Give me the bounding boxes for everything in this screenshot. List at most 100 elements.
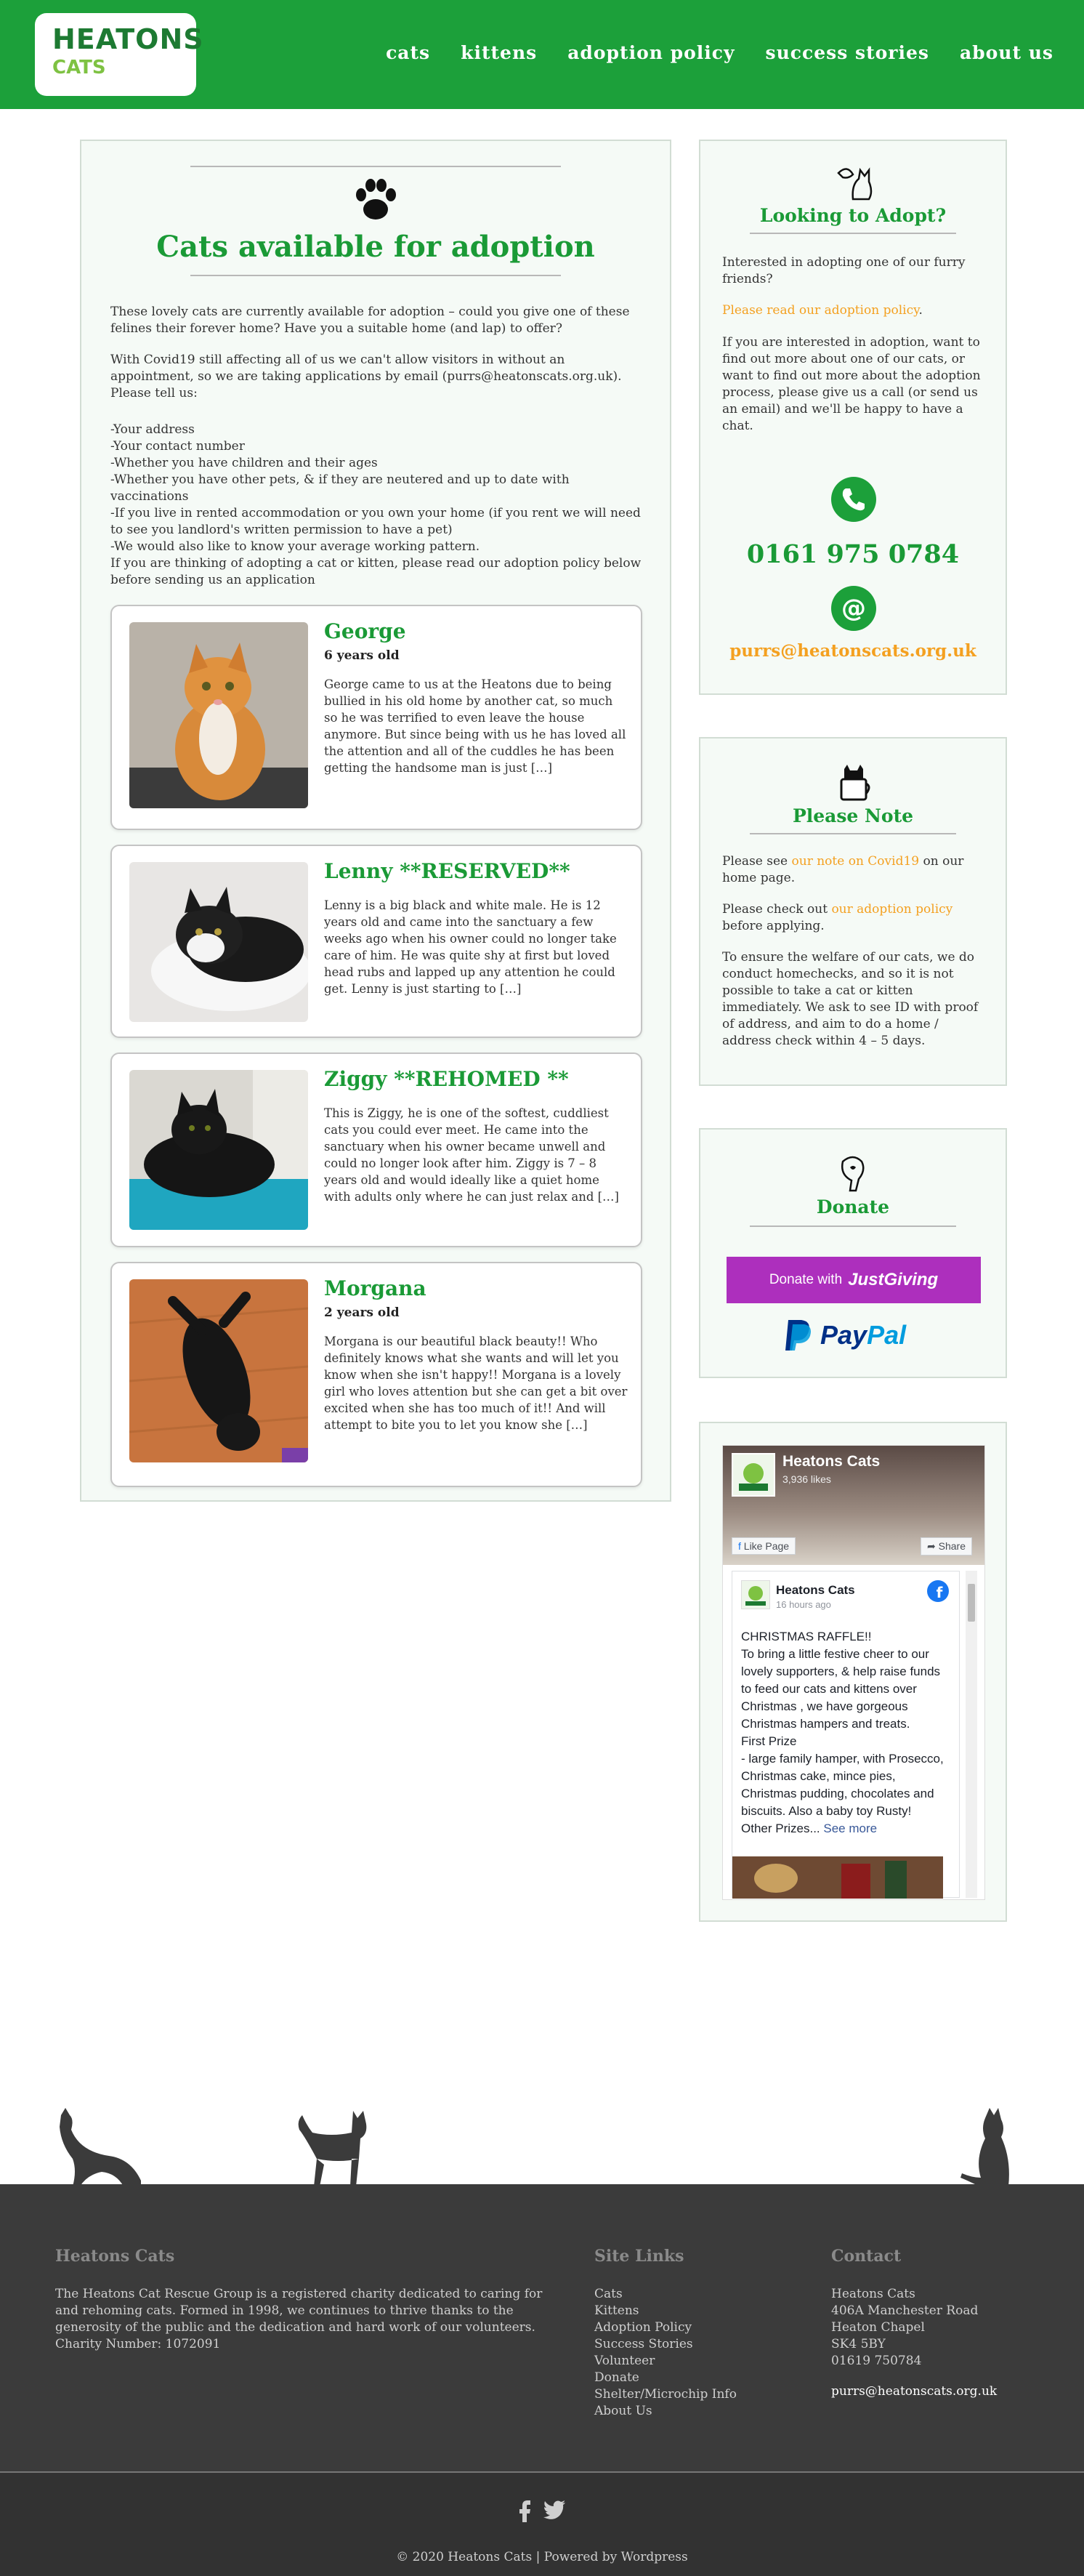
paypal-wordmark: Pal xyxy=(867,1320,907,1350)
facebook-like-button[interactable]: f Like Page xyxy=(732,1537,796,1555)
hand-heart-icon xyxy=(841,1156,865,1192)
nav-success-stories[interactable]: success stories xyxy=(766,42,929,63)
post-author[interactable]: Heatons Cats xyxy=(776,1583,855,1598)
phone-icon[interactable] xyxy=(831,477,876,522)
nav-kittens[interactable]: kittens xyxy=(461,42,537,63)
footer-contact: Heatons Cats 406A Manchester Road Heaton… xyxy=(831,2286,978,2370)
contact-line: SK4 5BY xyxy=(831,2337,886,2351)
footer-links: Cats Kittens Adoption Policy Success Sto… xyxy=(594,2286,737,2420)
cat-photo-lenny[interactable] xyxy=(129,862,308,1022)
footer-about-title: Heatons Cats xyxy=(55,2247,175,2266)
widget-title: Please Note xyxy=(792,805,914,826)
cat-name[interactable]: George xyxy=(324,619,406,643)
footer-bottom-bar: © 2020 Heatons Cats | Powered by Wordpre… xyxy=(0,2471,1084,2576)
logo-wordmark: HEATONS xyxy=(52,23,204,55)
nav-about-us[interactable]: about us xyxy=(960,42,1053,63)
cat-age: 2 years old xyxy=(324,1305,400,1320)
email-icon[interactable]: @ xyxy=(831,586,876,631)
charity-number: Charity Number: 1072091 xyxy=(55,2337,221,2351)
footer-link-volunteer[interactable]: Volunteer xyxy=(594,2353,737,2370)
footer-link-success-stories[interactable]: Success Stories xyxy=(594,2336,737,2353)
email-address[interactable]: purrs@heatonscats.org.uk xyxy=(700,641,1006,661)
requirements-list: -Your address -Your contact number -Whet… xyxy=(110,422,644,555)
adoption-panel: Cats available for adoption These lovely… xyxy=(80,140,671,1502)
paypal-wordmark: Pay xyxy=(820,1320,867,1350)
footer-link-adoption-policy[interactable]: Adoption Policy xyxy=(594,2319,737,2336)
covid-text: With Covid19 still affecting all of us w… xyxy=(110,353,622,401)
widget-title: Donate xyxy=(816,1196,890,1217)
justgiving-logo: JustGiving xyxy=(848,1270,939,1289)
footer-contact-title: Contact xyxy=(831,2247,902,2266)
post-image[interactable] xyxy=(732,1856,943,1899)
cat-name[interactable]: Lenny **RESERVED** xyxy=(324,859,570,883)
facebook-f-icon: f xyxy=(738,1540,741,1552)
adoption-policy-link[interactable]: Please read our adoption policy xyxy=(722,303,918,318)
cat-description: Lenny is a big black and white male. He … xyxy=(324,898,617,996)
facebook-icon[interactable] xyxy=(519,2500,532,2522)
cat-card-lenny[interactable]: Lenny **RESERVED** Lenny is a big black … xyxy=(110,845,642,1038)
footer-link-shelter[interactable]: Shelter/Microchip Info xyxy=(594,2386,737,2403)
requirement-item: -We would also like to know your average… xyxy=(110,539,480,554)
scrollbar-thumb[interactable] xyxy=(968,1584,975,1622)
svg-text:f: f xyxy=(937,1584,943,1601)
facebook-cover-image[interactable]: Heatons Cats 3,936 likes f Like Page ➦ S… xyxy=(723,1446,984,1565)
justgiving-donate-button[interactable]: Donate with JustGiving xyxy=(727,1257,981,1303)
post-timestamp[interactable]: 16 hours ago xyxy=(776,1599,831,1610)
widget-title: Looking to Adopt? xyxy=(759,205,947,226)
cat-card-george[interactable]: George 6 years old George came to us at … xyxy=(110,605,642,830)
requirement-item: -Your address xyxy=(110,422,195,437)
facebook-page-name[interactable]: Heatons Cats xyxy=(782,1453,880,1470)
site-footer: Heatons Cats The Heatons Cat Rescue Grou… xyxy=(0,2184,1084,2576)
site-header: HEATONS CATS cats kittens adoption polic… xyxy=(0,0,1084,109)
cat-photo-morgana[interactable] xyxy=(129,1279,308,1462)
text: before applying. xyxy=(722,919,825,933)
nav-adoption-policy[interactable]: adoption policy xyxy=(567,42,735,63)
intro-text: These lovely cats are currently availabl… xyxy=(110,305,630,336)
twitter-icon[interactable] xyxy=(543,2500,565,2519)
divider xyxy=(190,166,561,167)
requirement-item: -Your contact number xyxy=(110,439,245,454)
cat-name[interactable]: Morgana xyxy=(324,1276,426,1300)
adopt-policy-line: Please read our adoption policy. xyxy=(722,302,985,319)
nav-cats[interactable]: cats xyxy=(386,42,430,63)
divider xyxy=(750,1225,956,1227)
facebook-share-button[interactable]: ➦ Share xyxy=(921,1537,972,1555)
see-more-link[interactable]: See more xyxy=(823,1822,877,1835)
contact-phone[interactable]: 01619 750784 xyxy=(831,2353,978,2370)
logo-subword: CATS xyxy=(52,57,106,79)
cat-name[interactable]: Ziggy **REHOMED ** xyxy=(324,1067,569,1091)
divider xyxy=(190,275,561,276)
contact-line: Heaton Chapel xyxy=(831,2320,925,2335)
requirement-item: -Whether you have other pets, & if they … xyxy=(110,472,570,504)
page-title: Cats available for adoption xyxy=(156,230,595,264)
post-author-avatar[interactable] xyxy=(741,1580,770,1609)
footer-link-about-us[interactable]: About Us xyxy=(594,2403,737,2420)
phone-number[interactable]: 0161 975 0784 xyxy=(700,539,1006,569)
facebook-logo-icon[interactable]: f xyxy=(927,1580,949,1602)
footer-link-cats[interactable]: Cats xyxy=(594,2286,737,2303)
post-text: CHRISTMAS RAFFLE!! To bring a little fes… xyxy=(741,1630,944,1835)
footer-link-donate[interactable]: Donate xyxy=(594,2370,737,2386)
paypal-button[interactable]: PayPal xyxy=(784,1319,906,1352)
footer-link-kittens[interactable]: Kittens xyxy=(594,2303,737,2319)
paw-icon xyxy=(356,179,396,220)
cat-photo-george[interactable] xyxy=(129,622,308,808)
covid-note-link[interactable]: our note on Covid19 xyxy=(792,854,920,869)
stretching-cat-silhouette xyxy=(60,2108,141,2186)
facebook-page-plugin: Heatons Cats 3,936 likes f Like Page ➦ S… xyxy=(722,1445,985,1900)
looking-to-adopt-widget: Looking to Adopt? Interested in adopting… xyxy=(699,140,1007,695)
site-logo[interactable]: HEATONS CATS xyxy=(35,13,203,96)
cat-card-morgana[interactable]: Morgana 2 years old Morgana is our beaut… xyxy=(110,1262,642,1487)
cat-card-ziggy[interactable]: Ziggy **REHOMED ** This is Ziggy, he is … xyxy=(110,1052,642,1247)
cat-photo-ziggy[interactable] xyxy=(129,1070,308,1230)
post-scrollbar[interactable] xyxy=(966,1571,977,1898)
facebook-page-avatar[interactable] xyxy=(732,1453,775,1497)
adoption-policy-link[interactable]: our adoption policy xyxy=(831,902,952,917)
note-policy: Please check out our adoption policy bef… xyxy=(722,901,985,935)
social-icons xyxy=(519,2500,565,2522)
footer-email-link[interactable]: purrs@heatonscats.org.uk xyxy=(831,2383,997,2400)
note-homecheck: To ensure the welfare of our cats, we do… xyxy=(722,950,979,1048)
cat-description: Morgana is our beautiful black beauty!! … xyxy=(324,1335,628,1432)
text: Please check out xyxy=(722,902,832,917)
please-note-widget: Please Note Please see our note on Covid… xyxy=(699,737,1007,1086)
